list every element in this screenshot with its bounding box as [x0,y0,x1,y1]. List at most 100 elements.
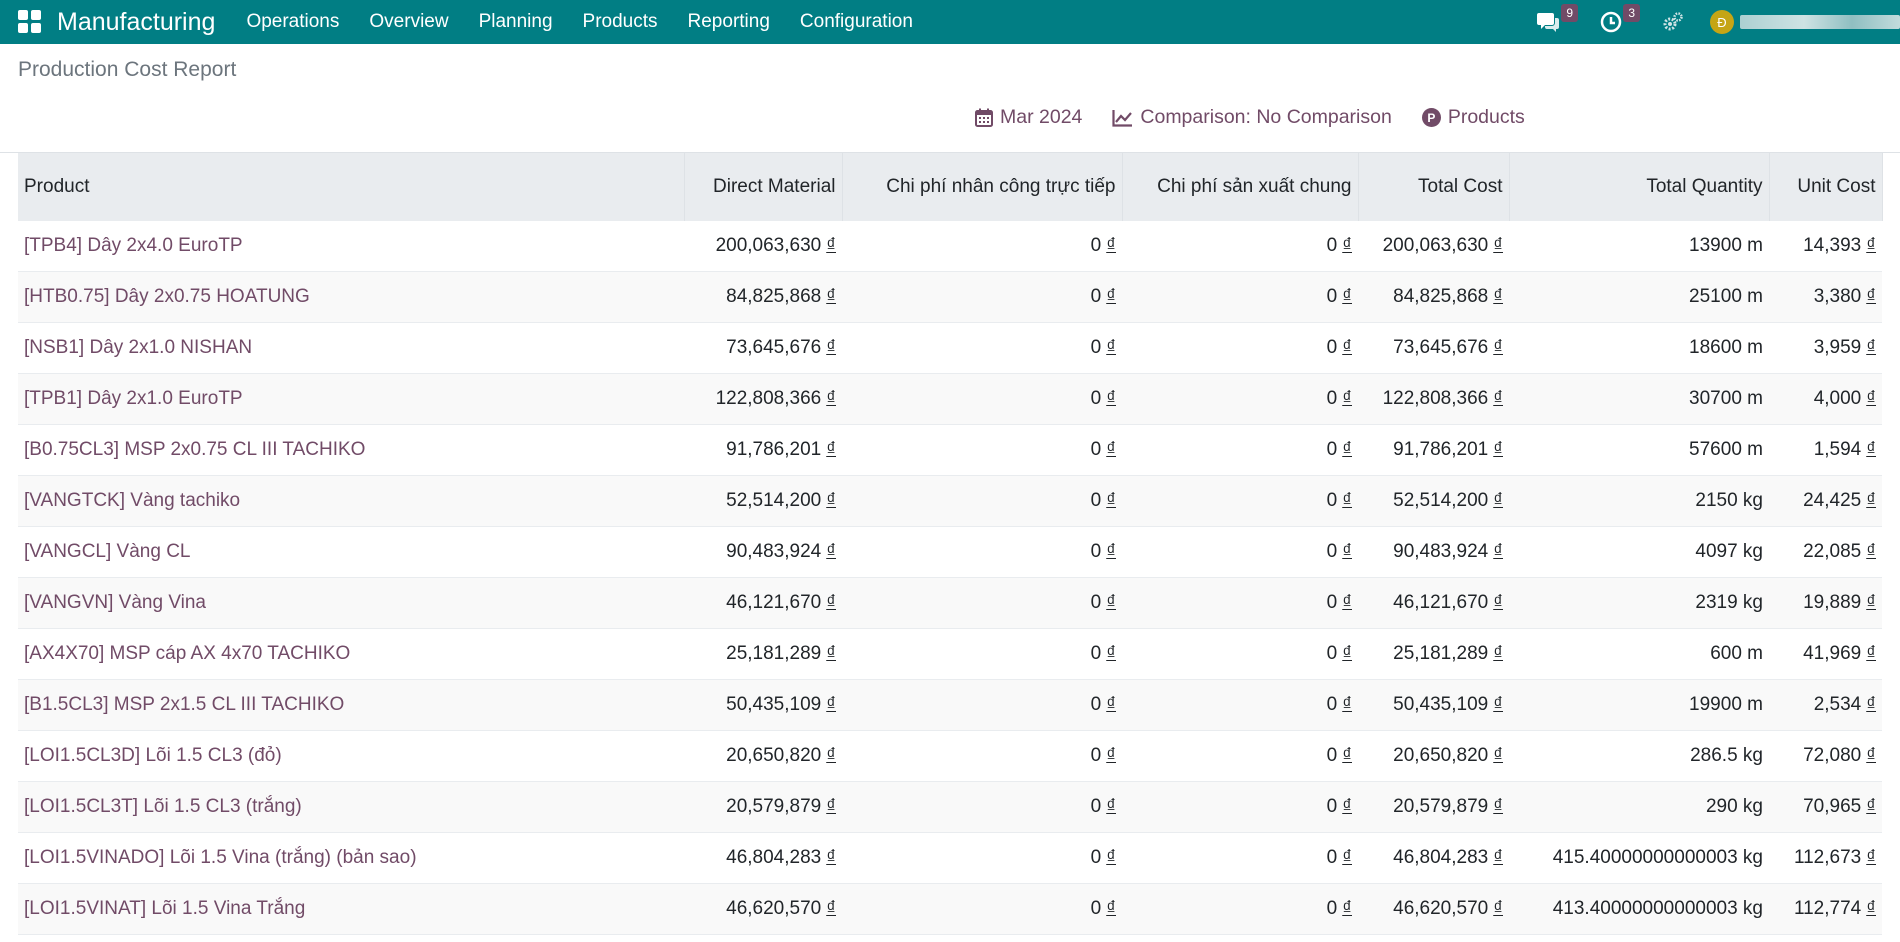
amount-value: 1,594 [1813,439,1862,460]
currency-symbol: ₫ [1493,694,1503,715]
menu-overview[interactable]: Overview [354,11,463,33]
menu-configuration[interactable]: Configuration [785,11,928,33]
table-row[interactable]: [B1.5CL3] MSP 2x1.5 CL III TACHIKO 50,435… [18,679,1882,731]
cell-labor: 0 ₫ [842,577,1122,629]
table-row[interactable]: [B0.75CL3] MSP 2x0.75 CL III TACHIKO 91,7… [18,424,1882,476]
table-row[interactable]: [TPB1] Dây 2x1.0 EuroTP 122,808,366 ₫ 0 ₫ 0 ₫ 1… [18,373,1882,425]
cell-total: 50,435,109 ₫ [1358,679,1509,731]
product-link[interactable]: [TPB4] Dây 2x4.0 EuroTP [18,221,684,272]
cell-overhead: 0 ₫ [1122,730,1358,782]
currency-symbol: ₫ [826,898,836,919]
amount-value: 2,534 [1813,694,1862,715]
cell-overhead: 0 ₫ [1122,577,1358,629]
cell-overhead: 0 ₫ [1122,628,1358,680]
cell-quantity: 4097 kg [1509,526,1769,578]
currency-symbol: ₫ [1866,337,1876,358]
amount-value: 0 [1090,286,1102,307]
product-link[interactable]: [LOI1.5CL3T] Lõi 1.5 CL3 (trắng) [18,781,684,833]
cell-quantity: 2319 kg [1509,577,1769,629]
amount-value: 0 [1326,490,1338,511]
amount-value: 200,063,630 [715,235,822,256]
header-product[interactable]: Product [18,153,685,221]
header-labor-cost[interactable]: Chi phí nhân công trực tiếp [842,153,1123,221]
currency-symbol: ₫ [1493,286,1503,307]
product-link[interactable]: [NSB1] Dây 2x1.0 NISHAN [18,322,684,374]
cell-unit-cost: 3,380 ₫ [1769,271,1882,323]
table-row[interactable]: [LOI1.5CL3D] Lõi 1.5 CL3 (đỏ) 20,650,820 ₫… [18,730,1882,782]
product-link[interactable]: [AX4X70] MSP cáp AX 4x70 TACHIKO [18,628,684,680]
product-link[interactable]: [VANGVN] Vàng Vina [18,577,684,629]
product-link[interactable]: [B0.75CL3] MSP 2x0.75 CL III TACHIKO [18,424,684,476]
table-row[interactable]: [VANGTCK] Vàng tachiko 52,514,200 ₫ 0 ₫ 0 ₫ 52,… [18,475,1882,527]
currency-symbol: ₫ [1342,796,1352,817]
amount-value: 0 [1326,541,1338,562]
cell-labor: 0 ₫ [842,781,1122,833]
table-row[interactable]: [VANGVN] Vàng Vina 46,121,670 ₫ 0 ₫ 0 ₫ 46,121,… [18,577,1882,629]
table-row[interactable]: [LOI1.5VINAT] Lõi 1.5 Vina Trắng 46,620,5… [18,883,1882,935]
currency-symbol: ₫ [826,388,836,409]
cell-labor: 0 ₫ [842,832,1122,884]
currency-symbol: ₫ [826,235,836,256]
header-overhead-cost[interactable]: Chi phí sản xuất chung [1122,153,1359,221]
currency-symbol: ₫ [1106,337,1116,358]
cell-overhead: 0 ₫ [1122,424,1358,476]
product-link[interactable]: [VANGCL] Vàng CL [18,526,684,578]
amount-value: 200,063,630 [1382,235,1489,256]
product-link[interactable]: [LOI1.5CL3D] Lõi 1.5 CL3 (đỏ) [18,730,684,782]
table-row[interactable]: [LOI1.5VINADO] Lõi 1.5 Vina (trắng) (bản… [18,832,1882,884]
currency-symbol: ₫ [1342,745,1352,766]
amount-value: 0 [1090,694,1102,715]
cell-unit-cost: 2,534 ₫ [1769,679,1882,731]
amount-value: 112,673 [1793,847,1862,868]
menu-products[interactable]: Products [568,11,673,33]
currency-symbol: ₫ [1106,286,1116,307]
amount-value: 52,514,200 [726,490,822,511]
comparison-filter[interactable]: Comparison: No Comparison [1112,106,1392,129]
amount-value: 25,181,289 [1393,643,1489,664]
amount-value: 0 [1090,439,1102,460]
header-total-quantity[interactable]: Total Quantity [1509,153,1770,221]
table-row[interactable]: [AX4X70] MSP cáp AX 4x70 TACHIKO 25,181,2… [18,628,1882,680]
date-filter-label: Mar 2024 [1000,106,1083,128]
clock-icon [1600,11,1622,33]
messages-button[interactable]: 9 [1536,4,1578,33]
apps-menu-icon[interactable] [18,10,42,34]
table-row[interactable]: [VANGCL] Vàng CL 90,483,924 ₫ 0 ₫ 0 ₫ 90,483,92… [18,526,1882,578]
table-row[interactable]: [LOI1.5CL3T] Lõi 1.5 CL3 (trắng) 20,579,8… [18,781,1882,833]
date-filter[interactable]: Mar 2024 [975,106,1082,129]
amount-value: 0 [1090,898,1102,919]
table-row[interactable]: [HTB0.75] Dây 2x0.75 HOATUNG 84,825,868 ₫ 0… [18,271,1882,323]
product-link[interactable]: [TPB1] Dây 2x1.0 EuroTP [18,373,684,425]
debug-settings-button[interactable] [1662,12,1684,32]
menu-reporting[interactable]: Reporting [673,11,785,33]
product-link[interactable]: [HTB0.75] Dây 2x0.75 HOATUNG [18,271,684,323]
menu-planning[interactable]: Planning [464,11,568,33]
currency-symbol: ₫ [1342,337,1352,358]
currency-symbol: ₫ [1493,337,1503,358]
amount-value: 0 [1090,235,1102,256]
table-row[interactable]: [TPB4] Dây 2x4.0 EuroTP 200,063,630 ₫ 0 ₫ 0 ₫ 2… [18,221,1882,272]
menu-operations[interactable]: Operations [231,11,354,33]
products-filter[interactable]: P Products [1421,106,1525,129]
app-brand[interactable]: Manufacturing [57,8,215,37]
line-chart-icon [1112,109,1133,127]
currency-symbol: ₫ [1866,643,1876,664]
header-unit-cost[interactable]: Unit Cost [1769,153,1883,221]
cell-unit-cost: 1,594 ₫ [1769,424,1882,476]
table-row[interactable]: [NSB1] Dây 2x1.0 NISHAN 73,645,676 ₫ 0 ₫ 0 ₫ 73… [18,322,1882,374]
cell-quantity: 19900 m [1509,679,1769,731]
product-link[interactable]: [LOI1.5VINADO] Lõi 1.5 Vina (trắng) (bản… [18,832,684,884]
header-total-cost[interactable]: Total Cost [1358,153,1510,221]
user-menu[interactable]: Đ [1710,10,1900,34]
product-link[interactable]: [LOI1.5VINAT] Lõi 1.5 Vina Trắng [18,883,684,935]
product-link[interactable]: [B1.5CL3] MSP 2x1.5 CL III TACHIKO [18,679,684,731]
cell-labor: 0 ₫ [842,883,1122,935]
product-link[interactable]: [VANGTCK] Vàng tachiko [18,475,684,527]
amount-value: 14,393 [1803,235,1862,256]
currency-symbol: ₫ [1342,898,1352,919]
header-direct-material[interactable]: Direct Material [684,153,843,221]
amount-value: 20,650,820 [1393,745,1489,766]
activities-button[interactable]: 3 [1600,4,1640,33]
amount-value: 0 [1090,796,1102,817]
currency-symbol: ₫ [1493,847,1503,868]
